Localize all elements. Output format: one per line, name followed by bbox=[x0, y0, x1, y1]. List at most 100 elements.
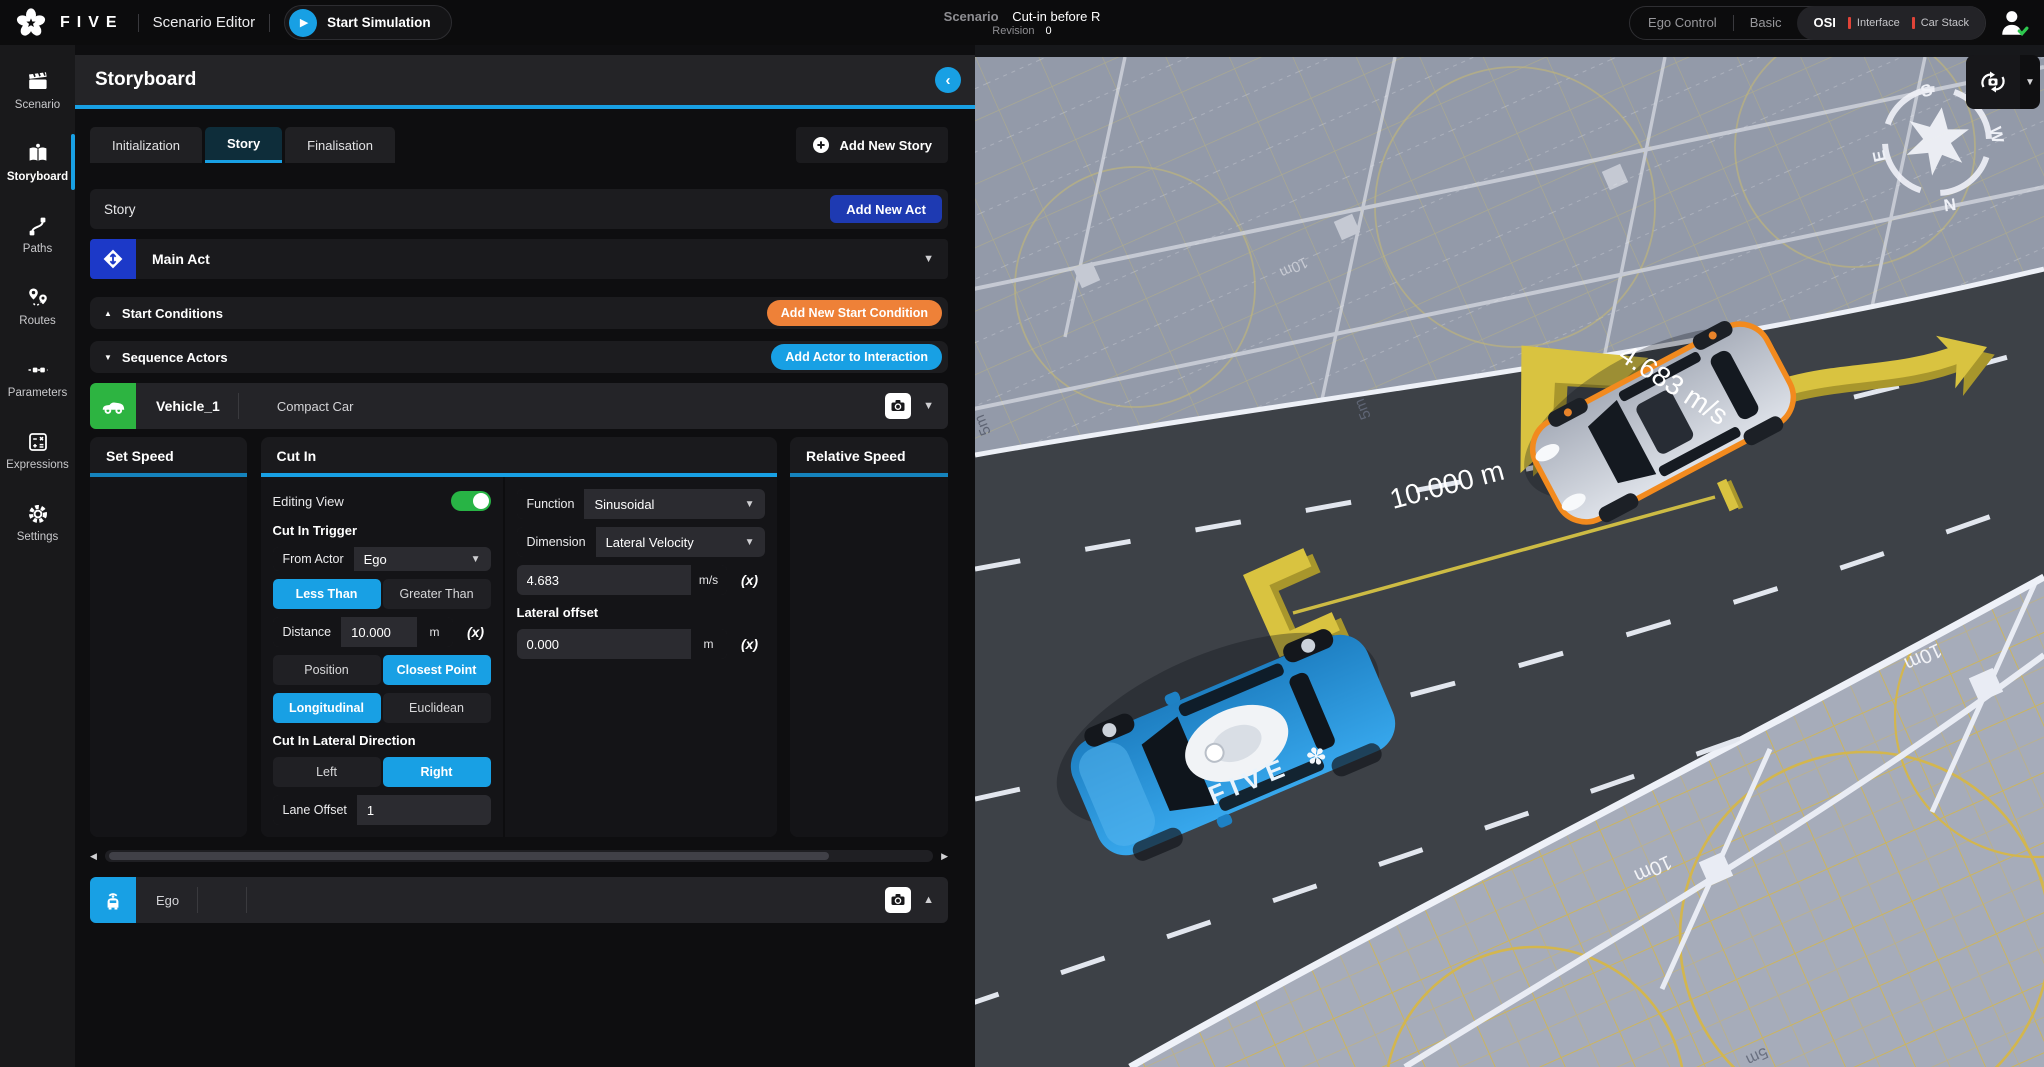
viewport-3d-scene: 10m 5m 5m 10m 10m 5m bbox=[975, 57, 2044, 1067]
set-speed-title: Set Speed bbox=[90, 437, 247, 473]
collapse-panel-button[interactable]: ‹ bbox=[935, 67, 961, 93]
scenario-label: Scenario bbox=[944, 9, 999, 24]
lateral-offset-unit: m bbox=[691, 629, 727, 659]
closest-point-button[interactable]: Closest Point bbox=[383, 655, 491, 685]
collapse-up-icon[interactable]: ▲ bbox=[104, 309, 112, 318]
tab-finalisation[interactable]: Finalisation bbox=[285, 127, 395, 163]
tab-initialization[interactable]: Initialization bbox=[90, 127, 202, 163]
user-avatar-icon[interactable] bbox=[1998, 8, 2032, 38]
main-act-row[interactable]: Main Act ▼ bbox=[90, 239, 948, 279]
osi-option[interactable]: OSI bbox=[1813, 15, 1835, 30]
function-select[interactable]: Function Sinusoidal ▼ bbox=[517, 489, 765, 519]
storyboard-panel: Storyboard ‹ Initialization Story Finali… bbox=[75, 45, 975, 1067]
greater-than-button[interactable]: Greater Than bbox=[383, 579, 491, 609]
cut-in-title: Cut In bbox=[261, 437, 777, 473]
expressions-icon bbox=[26, 430, 50, 454]
dimension-select[interactable]: Dimension Lateral Velocity ▼ bbox=[517, 527, 765, 557]
gear-icon bbox=[26, 502, 50, 526]
start-conditions-label: Start Conditions bbox=[122, 306, 223, 321]
scroll-left-arrow[interactable]: ◀ bbox=[90, 851, 97, 862]
sidebar-item-storyboard[interactable]: Storyboard bbox=[0, 131, 75, 193]
scrollbar-thumb[interactable] bbox=[109, 852, 829, 860]
longitudinal-button[interactable]: Longitudinal bbox=[273, 693, 381, 723]
clapperboard-icon bbox=[26, 70, 50, 94]
velocity-expression-button[interactable]: (x) bbox=[735, 565, 765, 595]
sequence-actors-label: Sequence Actors bbox=[122, 350, 228, 365]
lane-offset-input[interactable] bbox=[357, 795, 491, 825]
osi-mode-group: OSI Interface Car Stack bbox=[1797, 6, 1985, 40]
right-button[interactable]: Right bbox=[383, 757, 491, 787]
cut-in-trigger-title: Cut In Trigger bbox=[273, 521, 491, 539]
distance-field: Distance m bbox=[273, 617, 453, 647]
velocity-field: m/s bbox=[517, 565, 727, 595]
lateral-offset-input[interactable] bbox=[517, 629, 691, 659]
vehicle-icon bbox=[90, 383, 136, 429]
sidebar-item-scenario[interactable]: Scenario bbox=[0, 59, 75, 121]
add-actor-to-interaction-button[interactable]: Add Actor to Interaction bbox=[771, 344, 942, 370]
revision-label: Revision bbox=[992, 25, 1034, 37]
panel-header: Storyboard ‹ bbox=[75, 55, 975, 109]
basic-option[interactable]: Basic bbox=[1750, 15, 1782, 30]
left-sidebar: Scenario Storyboard Paths Routes bbox=[0, 45, 75, 1067]
relative-speed-card[interactable]: Relative Speed bbox=[790, 437, 948, 837]
lateral-offset-expression-button[interactable]: (x) bbox=[735, 629, 765, 659]
divider bbox=[246, 887, 247, 913]
sidebar-item-expressions[interactable]: Expressions bbox=[0, 419, 75, 481]
orbit-camera-button[interactable] bbox=[1966, 55, 2020, 109]
euclidean-button[interactable]: Euclidean bbox=[383, 693, 491, 723]
ego-row[interactable]: Ego ▲ bbox=[90, 877, 948, 923]
vehicle-1-row[interactable]: Vehicle_1 Compact Car ▼ bbox=[90, 383, 948, 429]
cut-in-card[interactable]: Cut In Editing View Cut In Trigger From … bbox=[261, 437, 777, 837]
3d-viewport[interactable]: 10m 5m 5m 10m 10m 5m bbox=[975, 45, 2044, 1067]
interface-status[interactable]: Interface bbox=[1848, 17, 1900, 29]
car-stack-status[interactable]: Car Stack bbox=[1912, 17, 1969, 29]
add-new-act-button[interactable]: Add New Act bbox=[830, 195, 942, 223]
left-button[interactable]: Left bbox=[273, 757, 381, 787]
lateral-offset-field: m bbox=[517, 629, 727, 659]
chevron-up-icon[interactable]: ▲ bbox=[923, 894, 934, 906]
editing-view-toggle[interactable] bbox=[451, 491, 491, 511]
distance-expression-button[interactable]: (x) bbox=[461, 617, 491, 647]
from-actor-value: Ego bbox=[354, 547, 471, 571]
compass-north: N bbox=[1942, 194, 1957, 215]
viewport-tools: ▼ bbox=[1966, 55, 2040, 109]
chevron-down-icon[interactable]: ▼ bbox=[923, 253, 934, 265]
chevron-down-icon[interactable]: ▼ bbox=[923, 400, 934, 412]
tab-story[interactable]: Story bbox=[205, 127, 282, 163]
camera-options-caret[interactable]: ▼ bbox=[2020, 55, 2040, 109]
sidebar-item-paths[interactable]: Paths bbox=[0, 203, 75, 265]
dimension-value: Lateral Velocity bbox=[596, 527, 745, 557]
add-new-story-button[interactable]: Add New Story bbox=[796, 127, 948, 163]
from-actor-select[interactable]: From Actor Ego ▼ bbox=[273, 547, 491, 571]
add-new-start-condition-button[interactable]: Add New Start Condition bbox=[767, 300, 942, 326]
set-speed-body bbox=[90, 477, 247, 837]
divider bbox=[197, 887, 198, 913]
car-stack-status-bar bbox=[1912, 17, 1915, 29]
camera-view-button[interactable] bbox=[885, 887, 911, 913]
ego-control-option[interactable]: Ego Control bbox=[1648, 15, 1717, 30]
divider bbox=[269, 14, 270, 32]
velocity-input[interactable] bbox=[517, 565, 691, 595]
start-simulation-button[interactable]: ▶ Start Simulation bbox=[284, 5, 452, 40]
less-than-button[interactable]: Less Than bbox=[273, 579, 381, 609]
top-bar: FIVE Scenario Editor ▶ Start Simulation … bbox=[0, 0, 2044, 45]
five-logo-icon bbox=[16, 8, 46, 38]
editing-view-label: Editing View bbox=[273, 494, 344, 509]
relative-speed-title: Relative Speed bbox=[790, 437, 948, 473]
collapse-down-icon[interactable]: ▼ bbox=[104, 353, 112, 362]
chevron-down-icon: ▼ bbox=[471, 547, 491, 571]
distance-input[interactable] bbox=[341, 617, 416, 647]
story-label: Story bbox=[104, 202, 136, 217]
sidebar-item-routes[interactable]: Routes bbox=[0, 275, 75, 337]
panel-title: Storyboard bbox=[95, 69, 196, 91]
scrollbar-track[interactable] bbox=[105, 850, 933, 862]
divider bbox=[138, 14, 139, 32]
scroll-right-arrow[interactable]: ▶ bbox=[941, 851, 948, 862]
sidebar-item-settings[interactable]: Settings bbox=[0, 491, 75, 553]
sidebar-item-parameters[interactable]: Parameters bbox=[0, 347, 75, 409]
vehicle-type: Compact Car bbox=[277, 399, 354, 414]
position-button[interactable]: Position bbox=[273, 655, 381, 685]
interface-status-bar bbox=[1848, 17, 1851, 29]
camera-view-button[interactable] bbox=[885, 393, 911, 419]
set-speed-card[interactable]: Set Speed bbox=[90, 437, 247, 837]
